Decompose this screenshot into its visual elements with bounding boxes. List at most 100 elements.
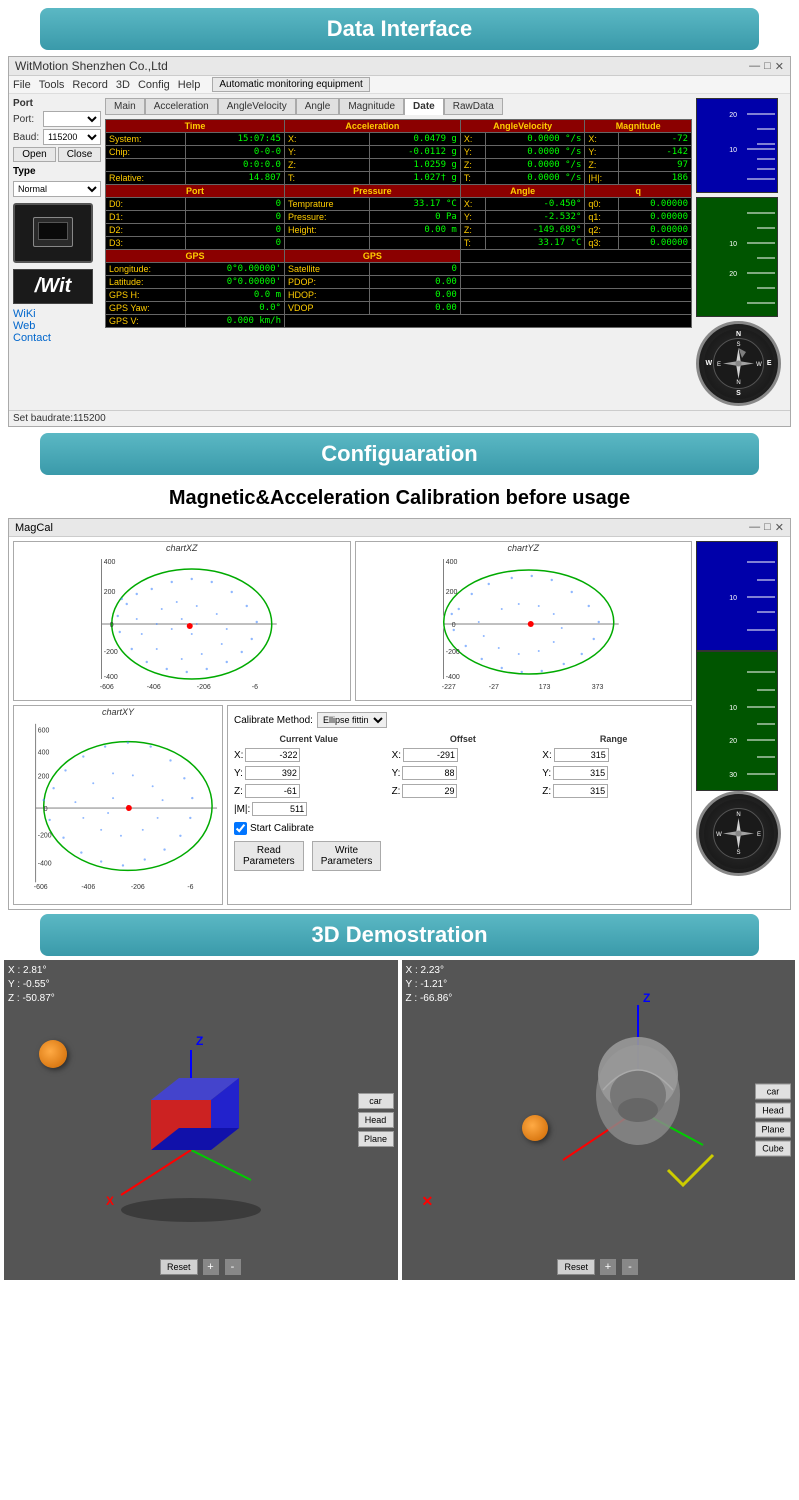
green-ruler: 10 20 (696, 197, 778, 317)
compass-inner-2: N S E W (704, 799, 774, 869)
auto-monitor-button[interactable]: Automatic monitoring equipment (212, 77, 369, 92)
demo-left-reset-btn[interactable]: Reset (160, 1259, 198, 1275)
offset-y-input[interactable] (402, 766, 457, 780)
demo-left-minus-btn[interactable]: - (224, 1258, 242, 1276)
write-parameters-button[interactable]: WriteParameters (312, 841, 382, 871)
current-x-input[interactable] (245, 748, 300, 762)
current-m-input[interactable] (252, 802, 307, 816)
range-x-input[interactable] (554, 748, 609, 762)
tab-main[interactable]: Main (105, 98, 145, 115)
port-label: Port: (13, 114, 41, 125)
current-y-input[interactable] (245, 766, 300, 780)
current-z-input[interactable] (245, 784, 300, 798)
demo-left-car-btn[interactable]: car (358, 1093, 394, 1109)
tab-anglevelocity[interactable]: AngleVelocity (218, 98, 296, 115)
chart-xy-svg: 600 400 200 0 -200 -400 -606 -406 -206 -… (14, 718, 222, 903)
type-select[interactable]: Normal (13, 181, 101, 197)
wiki-link[interactable]: WiKi (13, 308, 101, 320)
read-parameters-button[interactable]: ReadParameters (234, 841, 304, 871)
demo-left-plus-btn[interactable]: + (202, 1258, 220, 1276)
blue-ruler-svg: 20 10 (697, 99, 778, 193)
magcal-close[interactable]: ✕ (775, 521, 784, 534)
status-bar: Set baudrate:115200 (9, 410, 790, 426)
tab-rawdata[interactable]: RawData (444, 98, 503, 115)
menu-3d[interactable]: 3D (116, 79, 130, 91)
y-label-2: Y: (392, 768, 401, 779)
open-button[interactable]: Open (13, 147, 56, 162)
table-row: GPS H: 0.0 m HDOP: 0.00 (106, 289, 692, 302)
start-calibrate-checkbox[interactable] (234, 822, 247, 835)
temp-label: Temprature (284, 198, 369, 211)
magcal-maximize[interactable]: □ (764, 521, 771, 534)
demo-right-plus-btn[interactable]: + (599, 1258, 617, 1276)
contact-link[interactable]: Contact (13, 332, 101, 344)
table-row: 0:0:0.0 Z: 1.0259 g Z: 0.0000 °/s Z: 97 (106, 159, 692, 172)
demo-right-cube-btn[interactable]: Cube (755, 1141, 791, 1157)
blue-ruler-top: 20 10 (696, 98, 778, 193)
magh-value: 186 (618, 172, 691, 185)
menu-tools[interactable]: Tools (39, 79, 65, 91)
left-y-coord: Y : -0.55° (8, 978, 55, 992)
svg-text:-400: -400 (38, 860, 52, 867)
demo-left-coords: X : 2.81° Y : -0.55° Z : -50.87° (8, 964, 55, 1006)
calib-green-ruler: 10 20 30 (696, 651, 778, 791)
orange-ball-right (522, 1115, 548, 1141)
tab-date[interactable]: Date (404, 98, 444, 115)
menu-help[interactable]: Help (178, 79, 201, 91)
calibration-section: Magnetic&Acceleration Calibration before… (0, 479, 799, 910)
calib-method-select[interactable]: Ellipse fittin (317, 712, 387, 728)
calib-values-grid: Current Value Offset Range X: X: (234, 734, 685, 816)
press-label: Pressure: (284, 211, 369, 224)
svg-text:-206: -206 (131, 884, 145, 891)
configuration-header: Configuaration (40, 433, 759, 475)
offset-z-input[interactable] (402, 784, 457, 798)
vdop-label: VDOP (284, 302, 369, 315)
svg-text:-400: -400 (104, 674, 118, 681)
tab-acceleration[interactable]: Acceleration (145, 98, 218, 115)
close-icon[interactable]: ✕ (775, 60, 784, 73)
menu-record[interactable]: Record (72, 79, 107, 91)
window-controls[interactable]: — □ ✕ (749, 60, 784, 73)
z-label-2: Z: (392, 786, 401, 797)
demo-left-plane-btn[interactable]: Plane (358, 1131, 394, 1147)
anglex-value: -0.450° (486, 198, 585, 211)
offset-x-input[interactable] (403, 748, 458, 762)
demo-right-plane-btn[interactable]: Plane (755, 1122, 791, 1138)
svg-text:-200: -200 (38, 833, 52, 840)
minimize-icon[interactable]: — (749, 60, 760, 73)
menu-file[interactable]: File (13, 79, 31, 91)
chart-xy: chartXY (13, 705, 223, 905)
port-select[interactable] (43, 111, 101, 127)
latitude-value: 0°0.00000' (185, 276, 284, 289)
angvelt-label: T: (460, 172, 485, 185)
menu-config[interactable]: Config (138, 79, 170, 91)
tab-magnitude[interactable]: Magnitude (339, 98, 404, 115)
table-row: D3: 0 T: 33.17 °C q3: 0.00000 (106, 237, 692, 250)
accel-header: Acceleration (284, 120, 460, 133)
web-link[interactable]: Web (13, 320, 101, 332)
baud-label: Baud: (13, 132, 41, 143)
tab-angle[interactable]: Angle (296, 98, 340, 115)
angvelx-label: X: (460, 133, 485, 146)
chart-xz-title: chartXZ (14, 542, 350, 554)
close-button[interactable]: Close (58, 147, 101, 162)
demo-left-head-btn[interactable]: Head (358, 1112, 394, 1128)
maximize-icon[interactable]: □ (764, 60, 771, 73)
anglevel-header: AngleVelocity (460, 120, 585, 133)
demo-right-minus-btn[interactable]: - (621, 1258, 639, 1276)
table-row: Latitude: 0°0.00000' PDOP: 0.00 (106, 276, 692, 289)
data-interface-section: Data Interface WitMotion Shenzhen Co.,Lt… (0, 0, 799, 427)
configuration-section: Configuaration (0, 433, 799, 475)
magcal-minimize[interactable]: — (749, 521, 760, 534)
demo-right-head-btn[interactable]: Head (755, 1103, 791, 1119)
range-y-input[interactable] (553, 766, 608, 780)
angvelz-value: 0.0000 °/s (486, 159, 585, 172)
range-z-input[interactable] (553, 784, 608, 798)
chip2-label (106, 159, 186, 172)
system-time: 15:07:45 (185, 133, 284, 146)
baud-select[interactable]: 115200 (43, 129, 101, 145)
magx-value: -72 (618, 133, 691, 146)
demo-right-reset-btn[interactable]: Reset (557, 1259, 595, 1275)
demo-right-car-btn[interactable]: car (755, 1084, 791, 1100)
magcal-controls[interactable]: — □ ✕ (749, 521, 784, 534)
